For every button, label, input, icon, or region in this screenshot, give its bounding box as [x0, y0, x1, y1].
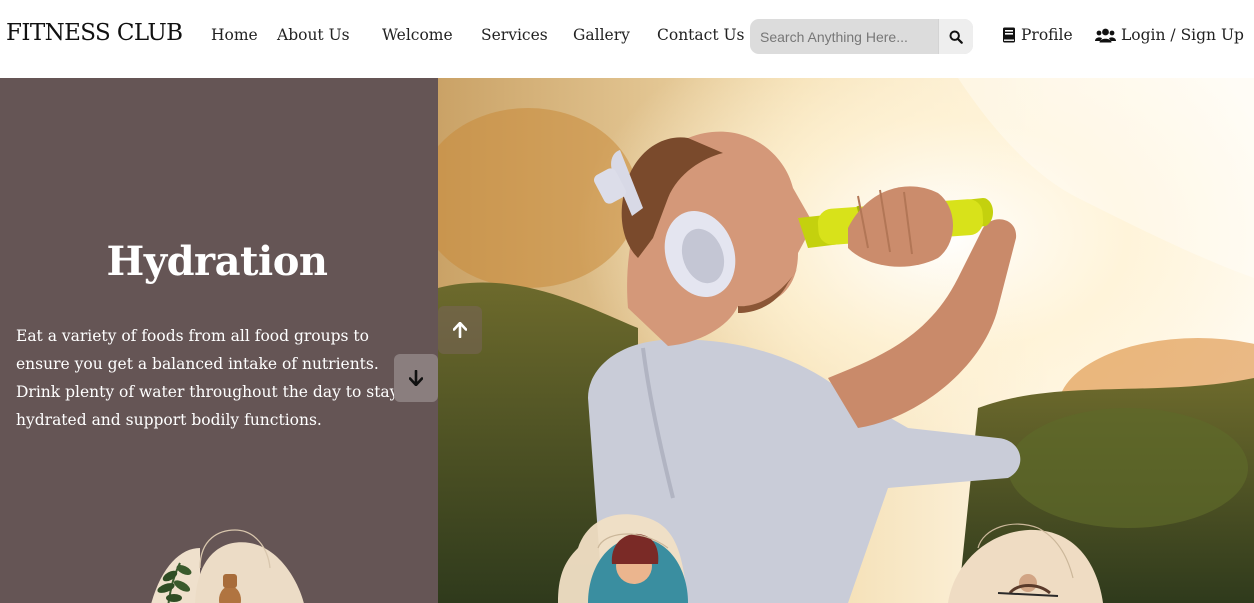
hero-line-2: Drink plenty of water throughout the day… — [16, 383, 399, 429]
search-bar — [750, 19, 973, 54]
scroll-up-button[interactable] — [438, 306, 482, 354]
users-icon — [1095, 28, 1116, 42]
hero-photo-man-drinking — [438, 78, 1254, 603]
book-icon — [1003, 27, 1015, 43]
plant-illustration — [151, 529, 304, 603]
nav-gallery[interactable]: Gallery — [573, 26, 630, 44]
nav-about[interactable]: About Us — [277, 26, 350, 44]
nav-services[interactable]: Services — [481, 26, 548, 44]
nav-welcome[interactable]: Welcome — [382, 26, 453, 44]
profile-link[interactable]: Profile — [1002, 26, 1073, 44]
login-label: Login / Sign Up — [1121, 26, 1244, 44]
arrow-down-icon — [409, 370, 423, 386]
hero-line-1: Eat a variety of foods from all food gro… — [16, 327, 379, 373]
login-signup-link[interactable]: Login / Sign Up — [1095, 26, 1244, 44]
hero-section: Hydration Eat a variety of foods from al… — [0, 78, 1254, 603]
brand-logo[interactable]: FITNESS CLUB — [6, 20, 183, 46]
nav-home[interactable]: Home — [211, 26, 258, 44]
search-icon — [949, 29, 963, 44]
hero-title: Hydration — [106, 238, 328, 285]
arrow-up-icon — [453, 322, 467, 338]
navbar: FITNESS CLUB Home About Us Welcome Servi… — [0, 0, 1254, 78]
hero-text-panel: Hydration Eat a variety of foods from al… — [0, 78, 438, 603]
profile-label: Profile — [1021, 26, 1073, 44]
hero-description: Eat a variety of foods from all food gro… — [16, 322, 426, 434]
search-button[interactable] — [938, 19, 973, 54]
search-input[interactable] — [750, 19, 938, 54]
nav-contact[interactable]: Contact Us — [657, 26, 745, 44]
scroll-down-button[interactable] — [394, 354, 438, 402]
